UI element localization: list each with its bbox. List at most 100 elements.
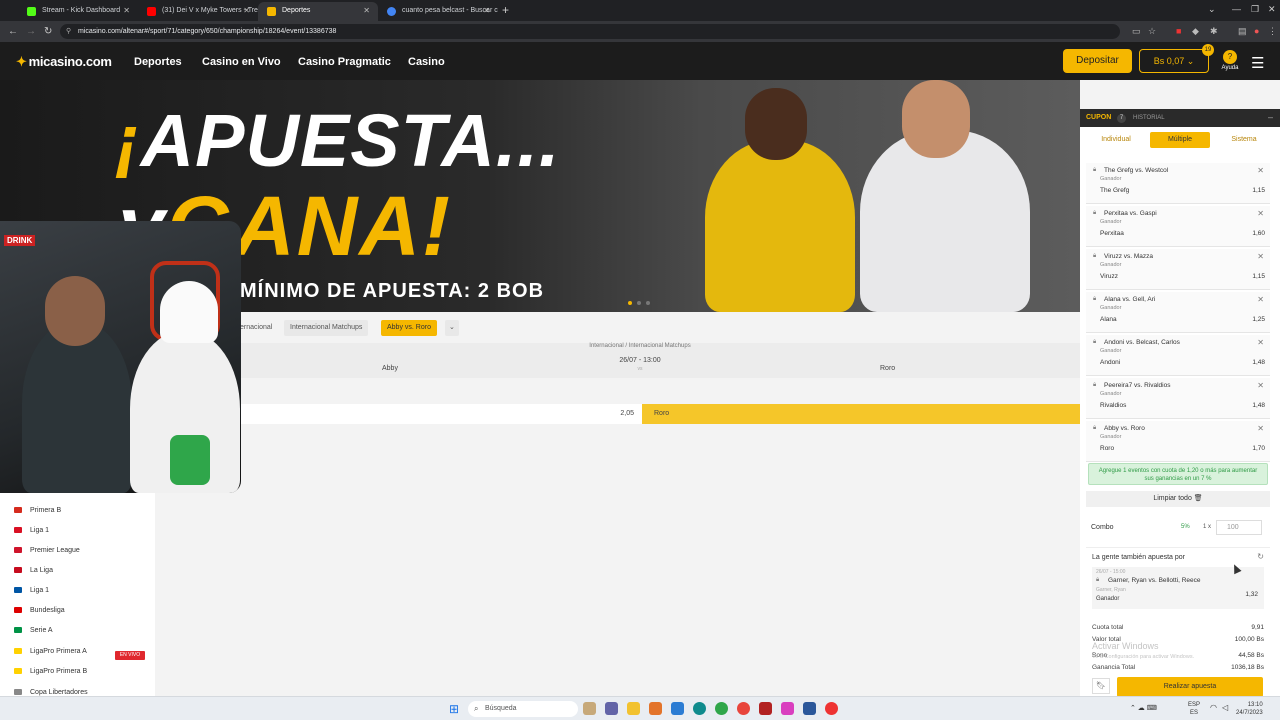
browser-tab-kick[interactable]: Stream - Kick Dashboard ✕ [18,2,138,21]
teams-icon[interactable] [605,702,618,715]
league-item[interactable]: LigaPro Primera B [14,668,87,675]
app-icon[interactable] [715,702,728,715]
edge-icon[interactable] [693,702,706,715]
install-icon[interactable]: ▭ [1132,26,1141,37]
taskbar-clock[interactable]: 13:10 24/7/2023 [1236,701,1263,717]
reload-icon[interactable]: ↻ [44,26,52,37]
nav-casino-pragmatic[interactable]: Casino Pragmatic [298,56,391,68]
browser-menu-icon[interactable]: ⋮ [1268,26,1277,37]
chevron-down-icon[interactable]: ⌄ [445,320,459,336]
league-item[interactable]: Premier League [14,547,80,554]
home-team: Abby [382,365,398,372]
obs-icon[interactable] [825,702,838,715]
nav-casino[interactable]: Casino [408,56,445,68]
balance-button[interactable]: Bs 0,07 ⌄ 19 [1139,44,1214,73]
breadcrumb-item[interactable]: Internacional Matchups [284,320,369,336]
maximize-icon[interactable]: ❐ [1251,4,1259,15]
save-bet-icon[interactable]: 🔖︎ [1092,678,1110,694]
history-tab[interactable]: HISTORIAL [1133,115,1165,121]
close-icon[interactable]: ✕ [123,6,130,15]
app-icon[interactable] [671,702,684,715]
word-icon[interactable] [803,702,816,715]
refresh-icon[interactable]: ↻ [1257,552,1264,561]
league-item[interactable]: Liga 1 [14,527,49,534]
minimize-icon[interactable]: – [1268,112,1273,122]
tab-search-icon[interactable]: ⌄ [1208,4,1216,15]
remove-bet-icon[interactable]: ✕ [1257,424,1264,433]
browser-tab-deportes[interactable]: Deportes ✕ [258,2,378,21]
carousel-dot[interactable] [637,301,641,305]
remove-bet-icon[interactable]: ✕ [1257,338,1264,347]
remove-bet-icon[interactable]: ✕ [1257,252,1264,261]
system-tray[interactable]: ⌃ ☁ ⌨ [1130,704,1157,712]
tab-multiple[interactable]: Múltiple [1150,132,1210,148]
remove-bet-icon[interactable]: ✕ [1257,295,1264,304]
taskbar-search[interactable]: ⌕ Búsqueda [468,701,578,717]
site-logo[interactable]: ✦ micasino.com [16,54,112,70]
app-icon[interactable] [781,702,794,715]
google-icon [387,7,396,16]
league-item[interactable]: Liga 1 [14,587,49,594]
window-close-icon[interactable]: ✕ [1268,4,1276,15]
nav-deportes[interactable]: Deportes [134,56,182,68]
remove-bet-icon[interactable]: ✕ [1257,166,1264,175]
stake-input[interactable] [1216,520,1262,535]
suggested-bet-card[interactable]: 26/07 - 15:00 🔒︎ Garner, Ryan vs. Bellot… [1092,567,1264,609]
bet-slip-title[interactable]: CUPON [1086,114,1111,121]
breadcrumb-item-active[interactable]: Abby vs. Roro [381,320,437,336]
remove-bet-icon[interactable]: ✕ [1257,381,1264,390]
league-item[interactable]: La Liga [14,567,53,574]
place-bet-button[interactable]: Realizar apuesta [1117,677,1263,697]
remove-bet-icon[interactable]: ✕ [1257,209,1264,218]
volume-icon[interactable]: ◁ [1222,703,1228,712]
forward-icon[interactable]: → [26,26,36,37]
bet-selection: 🔒︎ Viruzz vs. Mazza Ganador Viruzz 1,15 … [1086,249,1270,290]
site-info-icon[interactable]: ⚲ [66,27,71,35]
extension-icon[interactable]: ■ [1176,26,1181,36]
wifi-icon[interactable]: ◠ [1210,703,1217,712]
url-input[interactable]: ⚲ micasino.com/altenar#/sport/71/categor… [60,24,1120,39]
windows-watermark: Activar Windows [1092,641,1159,651]
close-icon[interactable]: ✕ [243,6,250,15]
flag-icon [14,527,22,533]
browser-tab-youtube[interactable]: (31) Dei V x Myke Towers - Tre ✕ [138,2,258,21]
app-icon[interactable] [649,702,662,715]
league-item[interactable]: Primera B [14,507,61,514]
deposit-button[interactable]: Depositar [1063,49,1132,73]
browser-tab-bar: Stream - Kick Dashboard ✕ (31) Dei V x M… [0,0,1280,21]
bookmark-star-icon[interactable]: ☆ [1148,26,1156,37]
close-icon[interactable]: ✕ [363,6,370,15]
carousel-dot[interactable] [628,301,632,305]
home-odd[interactable]: 2,05 [600,410,634,417]
app-icon[interactable] [583,702,596,715]
profile-icon[interactable]: ● [1254,26,1259,36]
league-item[interactable]: LigaPro Primera A [14,648,87,655]
windows-start-icon[interactable]: ⊞ [449,702,459,716]
tab-individual[interactable]: Individual [1086,132,1146,148]
league-item[interactable]: Copa Libertadores [14,689,88,696]
minimize-icon[interactable]: — [1232,4,1241,14]
new-tab-button[interactable]: + [502,3,509,17]
browser-tab-google[interactable]: cuanto pesa belcast - Buscar c ✕ [378,2,498,21]
nav-casino-en-vivo[interactable]: Casino en Vivo [202,56,281,68]
back-icon[interactable]: ← [8,26,18,37]
flag-icon [14,689,22,695]
clear-all-button[interactable]: Limpiar todo 🗑︎ [1086,491,1270,507]
tab-sistema[interactable]: Sistema [1214,132,1274,148]
help-button[interactable]: ? Ayuda [1218,50,1242,71]
carousel-dot[interactable] [646,301,650,305]
extensions-puzzle-icon[interactable]: ✱ [1210,26,1218,37]
chrome-icon[interactable] [737,702,750,715]
suggested-odd[interactable]: 1,32 [1245,591,1258,598]
extension-icon[interactable]: ◆ [1192,26,1199,37]
sidebar-icon[interactable]: ▤ [1238,26,1247,37]
file-explorer-icon[interactable] [627,702,640,715]
language-indicator[interactable]: ESP ES [1188,701,1200,717]
app-icon[interactable] [759,702,772,715]
hamburger-menu-icon[interactable]: ☰ [1251,54,1264,72]
league-item[interactable]: Serie A [14,627,53,634]
close-icon[interactable]: ✕ [483,6,490,15]
flag-icon [14,648,22,654]
away-odd-selected[interactable]: Roro [642,404,1080,424]
league-item[interactable]: Bundesliga [14,607,65,614]
